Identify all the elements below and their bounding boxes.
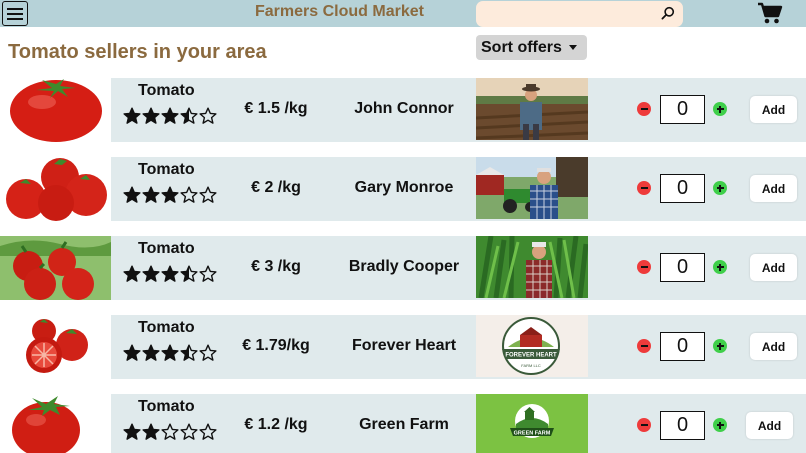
rating-stars [123, 265, 217, 283]
minus-icon [640, 108, 648, 110]
offer-row: Tomato € 2 /kg Gary Monroe Add [0, 157, 806, 221]
product-name: Tomato [138, 398, 195, 415]
star-half-icon [180, 265, 198, 282]
seller-name[interactable]: Forever Heart [336, 337, 472, 355]
menu-button[interactable] [2, 1, 28, 26]
price: € 1.5 /kg [244, 100, 308, 117]
minus-icon [640, 187, 648, 189]
svg-text:FARM LLC: FARM LLC [521, 363, 541, 368]
price: € 3 /kg [251, 258, 301, 275]
star-empty-icon [199, 186, 217, 203]
increase-quantity-button[interactable] [713, 181, 727, 195]
star-full-icon [123, 423, 141, 440]
star-full-icon [142, 265, 160, 282]
minus-icon [640, 266, 648, 268]
rating-stars [123, 344, 217, 362]
seller-logo[interactable]: FOREVER HEART FARM LLC [476, 315, 588, 377]
seller-name[interactable]: John Connor [336, 100, 472, 118]
search-icon[interactable] [661, 6, 675, 20]
seller-photo[interactable] [476, 78, 588, 140]
increase-quantity-button[interactable] [713, 260, 727, 274]
product-name: Tomato [138, 161, 195, 178]
star-empty-icon [199, 344, 217, 361]
product-image [0, 78, 111, 142]
quantity-input[interactable] [660, 253, 705, 282]
product-name: Tomato [138, 319, 195, 336]
decrease-quantity-button[interactable] [637, 102, 651, 116]
offer-row: Tomato € 1.79/kg Forever Heart FOREVER H… [0, 315, 806, 379]
search-input[interactable] [476, 1, 683, 27]
rating-stars [123, 107, 217, 125]
quantity-input[interactable] [660, 174, 705, 203]
hamburger-icon [7, 7, 23, 10]
star-empty-icon [161, 423, 179, 440]
star-full-icon [142, 344, 160, 361]
quantity-input[interactable] [660, 411, 705, 440]
star-full-icon [161, 186, 179, 203]
seller-logo[interactable]: GREEN FARM [476, 394, 588, 453]
product-name: Tomato [138, 82, 195, 99]
star-empty-icon [180, 186, 198, 203]
star-empty-icon [199, 265, 217, 282]
star-full-icon [161, 344, 179, 361]
seller-name[interactable]: Green Farm [336, 416, 472, 434]
increase-quantity-button[interactable] [713, 102, 727, 116]
price: € 1.79/kg [242, 337, 310, 354]
star-full-icon [123, 107, 141, 124]
increase-quantity-button[interactable] [713, 418, 727, 432]
seller-name[interactable]: Bradly Cooper [336, 258, 472, 276]
app-title: Farmers Cloud Market [255, 3, 424, 20]
page-title: Tomato sellers in your area [8, 41, 267, 63]
star-empty-icon [199, 107, 217, 124]
seller-photo[interactable] [476, 157, 588, 219]
rating-stars [123, 186, 217, 204]
cart-icon[interactable] [757, 2, 783, 25]
sort-label: Sort offers [481, 38, 562, 56]
add-button[interactable]: Add [750, 333, 797, 360]
add-button[interactable]: Add [750, 254, 797, 281]
caret-down-icon [568, 45, 577, 50]
star-empty-icon [199, 423, 217, 440]
product-name: Tomato [138, 240, 195, 257]
product-image [0, 394, 111, 453]
svg-text:FOREVER HEART: FOREVER HEART [505, 353, 557, 359]
offer-row: Tomato € 1.2 /kg Green Farm GREEN FARM A… [0, 394, 806, 453]
decrease-quantity-button[interactable] [637, 260, 651, 274]
product-image [0, 315, 111, 379]
add-button[interactable]: Add [746, 412, 793, 439]
offer-row: Tomato € 3 /kg Bradly Cooper Add [0, 236, 806, 300]
increase-quantity-button[interactable] [713, 339, 727, 353]
product-image [0, 157, 111, 221]
sort-offers-button[interactable]: Sort offers [476, 35, 587, 60]
quantity-input[interactable] [660, 332, 705, 361]
minus-icon [640, 345, 648, 347]
decrease-quantity-button[interactable] [637, 339, 651, 353]
star-full-icon [123, 186, 141, 203]
seller-photo[interactable] [476, 236, 588, 298]
star-empty-icon [180, 423, 198, 440]
product-image [0, 236, 111, 300]
star-full-icon [123, 344, 141, 361]
seller-name[interactable]: Gary Monroe [336, 179, 472, 197]
star-full-icon [142, 107, 160, 124]
price: € 1.2 /kg [244, 416, 308, 433]
star-full-icon [161, 107, 179, 124]
svg-text:GREEN FARM: GREEN FARM [514, 431, 551, 437]
decrease-quantity-button[interactable] [637, 418, 651, 432]
star-half-icon [180, 107, 198, 124]
add-button[interactable]: Add [750, 175, 797, 202]
star-full-icon [142, 423, 160, 440]
star-full-icon [142, 186, 160, 203]
rating-stars [123, 423, 217, 441]
offer-row: Tomato € 1.5 /kg John Connor Add [0, 78, 806, 142]
minus-icon [640, 424, 648, 426]
price: € 2 /kg [251, 179, 301, 196]
add-button[interactable]: Add [750, 96, 797, 123]
star-half-icon [180, 344, 198, 361]
quantity-input[interactable] [660, 95, 705, 124]
star-full-icon [123, 265, 141, 282]
star-full-icon [161, 265, 179, 282]
decrease-quantity-button[interactable] [637, 181, 651, 195]
